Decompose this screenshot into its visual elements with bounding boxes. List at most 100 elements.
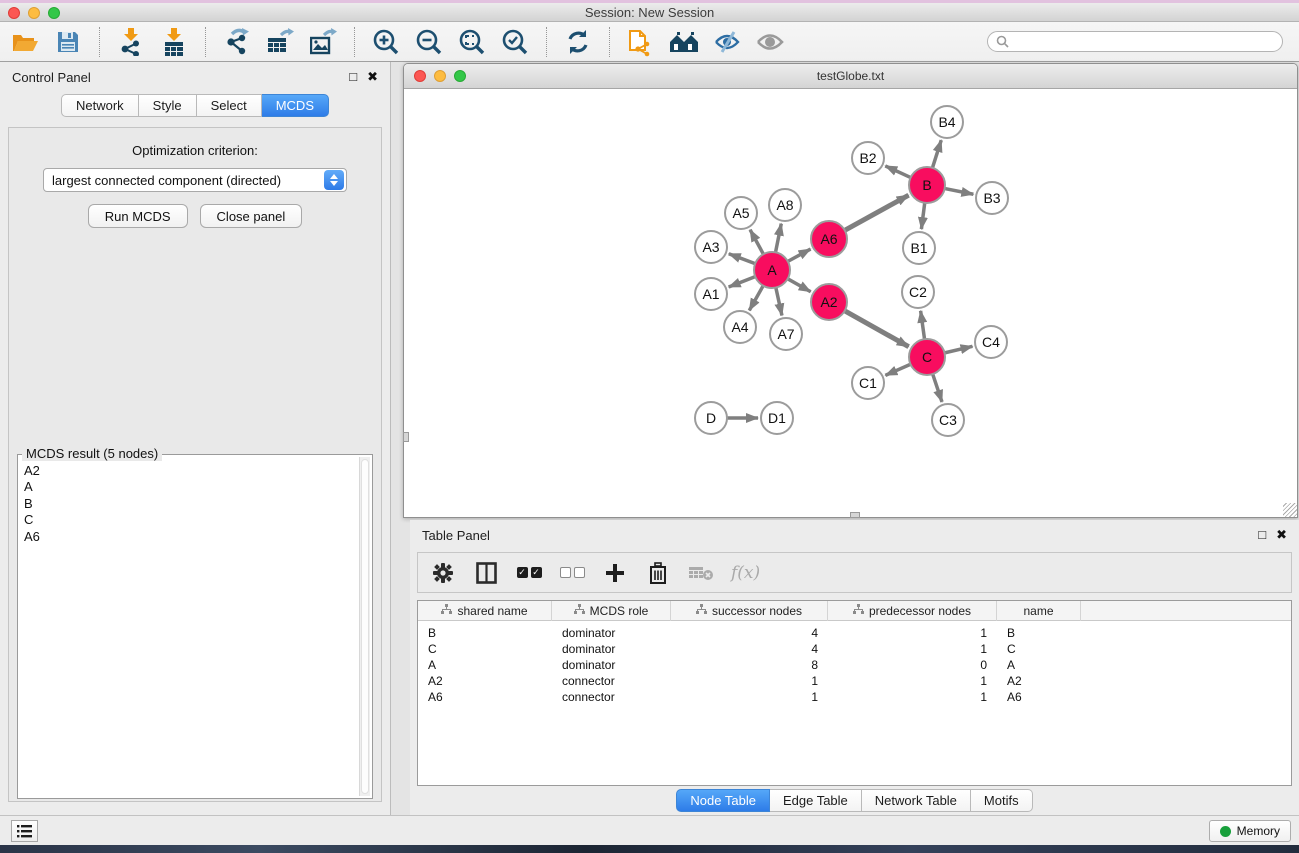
result-item[interactable]: C [24,512,355,528]
open-file-icon[interactable] [10,27,40,57]
add-column-icon[interactable] [602,560,628,586]
graph-edge-A-A6[interactable] [787,249,811,262]
table-row[interactable]: A6connector11A6 [418,689,1291,705]
graph-edge-C-C3[interactable] [932,373,942,402]
column-header[interactable]: shared name [418,601,552,621]
zoom-fit-icon[interactable] [457,27,487,57]
graph-node-A3[interactable]: A3 [695,231,727,263]
graph-node-B[interactable]: B [909,167,945,203]
column-header[interactable]: name [997,601,1081,621]
memory-button[interactable]: Memory [1209,820,1291,842]
graph-edge-B-B3[interactable] [944,188,974,194]
window-resize-handle[interactable] [850,512,860,518]
column-header[interactable] [1081,601,1291,621]
delete-table-icon[interactable] [688,560,714,586]
criterion-select[interactable]: largest connected component (directed) [43,168,347,192]
column-header[interactable]: predecessor nodes [828,601,997,621]
tab-network-table[interactable]: Network Table [862,789,971,812]
show-panels-button[interactable] [11,820,38,842]
delete-column-icon[interactable] [645,560,671,586]
tab-style[interactable]: Style [139,94,197,117]
table-row[interactable]: Adominator80A [418,657,1291,673]
import-network-icon[interactable] [116,27,146,57]
graph-edge-A-A8[interactable] [775,224,781,254]
graph-node-C4[interactable]: C4 [975,326,1007,358]
graph-edge-C-C2[interactable] [921,311,925,340]
graph-edge-C-C1[interactable] [885,364,911,375]
close-table-panel-icon[interactable]: ✖ [1276,527,1287,543]
column-header[interactable]: MCDS role [552,601,671,621]
result-item[interactable]: A6 [24,529,355,545]
graph-edge-B-B4[interactable] [932,140,941,169]
graph-node-A2[interactable]: A2 [811,284,847,320]
graph-node-C2[interactable]: C2 [902,276,934,308]
graph-node-D1[interactable]: D1 [761,402,793,434]
graph-node-A7[interactable]: A7 [770,318,802,350]
graph-edge-A-A7[interactable] [776,287,782,316]
export-image-icon[interactable] [308,27,338,57]
network-window-titlebar[interactable]: testGlobe.txt [404,64,1297,89]
zoom-out-icon[interactable] [414,27,444,57]
window-resize-corner[interactable] [1283,503,1297,517]
tab-motifs[interactable]: Motifs [971,789,1033,812]
graph-edge-B-B2[interactable] [885,166,911,178]
graph-node-A6[interactable]: A6 [811,221,847,257]
tab-mcds[interactable]: MCDS [262,94,329,117]
graph-node-B3[interactable]: B3 [976,182,1008,214]
tab-edge-table[interactable]: Edge Table [770,789,862,812]
result-item[interactable]: A [24,479,355,495]
graph-node-C3[interactable]: C3 [932,404,964,436]
column-header[interactable]: successor nodes [671,601,828,621]
graph-node-B1[interactable]: B1 [903,232,935,264]
window-resize-handle[interactable] [403,432,409,442]
result-item[interactable]: B [24,496,355,512]
tab-select[interactable]: Select [197,94,262,117]
graph-edge-C-C4[interactable] [944,346,973,353]
graph-node-A5[interactable]: A5 [725,197,757,229]
float-panel-icon[interactable]: □ [349,69,357,85]
graph-edge-A-A2[interactable] [787,278,811,291]
graph-node-B4[interactable]: B4 [931,106,963,138]
graph-node-B2[interactable]: B2 [852,142,884,174]
graph-node-A1[interactable]: A1 [695,278,727,310]
graph-edge-A6-B[interactable] [844,195,909,231]
import-table-icon[interactable] [159,27,189,57]
deselect-all-icon[interactable] [559,560,585,586]
first-neighbors-icon[interactable] [669,27,699,57]
graph-edge-A-A4[interactable] [749,285,763,311]
search-field[interactable] [987,31,1283,52]
tab-node-table[interactable]: Node Table [676,789,770,812]
graph-node-D[interactable]: D [695,402,727,434]
float-table-panel-icon[interactable]: □ [1258,527,1266,543]
graph-node-A4[interactable]: A4 [724,311,756,343]
graph-edge-A2-C[interactable] [844,310,909,346]
export-network-icon[interactable] [222,27,252,57]
graph-node-A8[interactable]: A8 [769,189,801,221]
show-hide-panels-icon[interactable] [712,27,742,57]
result-scrollbar[interactable] [359,457,370,796]
graph-node-C1[interactable]: C1 [852,367,884,399]
browse-columns-icon[interactable] [473,560,499,586]
column-settings-icon[interactable] [430,560,456,586]
network-canvas[interactable]: B4 B2 B B3 B1 A5 A8 A6 A3 A A1 C2 A4 A7 A2 C4 C C1 C3 D D1 [404,89,1297,517]
graph-node-C[interactable]: C [909,339,945,375]
run-mcds-button[interactable]: Run MCDS [88,204,188,228]
save-session-icon[interactable] [53,27,83,57]
graph-edge-A-A3[interactable] [729,254,756,264]
graph-edge-B-B1[interactable] [921,202,924,229]
graph-edge-A-A1[interactable] [729,276,756,287]
new-network-from-file-icon[interactable] [626,27,656,57]
result-item[interactable]: A2 [24,463,355,479]
close-panel-button[interactable]: Close panel [200,204,303,228]
select-all-icon[interactable]: ✓✓ [516,560,542,586]
zoom-selected-icon[interactable] [500,27,530,57]
graph-node-A[interactable]: A [754,252,790,288]
search-input[interactable] [1014,35,1274,49]
tab-network[interactable]: Network [61,94,139,117]
export-table-icon[interactable] [265,27,295,57]
function-builder-icon[interactable]: f(x) [731,563,760,583]
refresh-icon[interactable] [563,27,593,57]
close-panel-icon[interactable]: ✖ [367,69,378,85]
graph-edge-A-A5[interactable] [750,230,764,255]
table-row[interactable]: Cdominator41C [418,641,1291,657]
